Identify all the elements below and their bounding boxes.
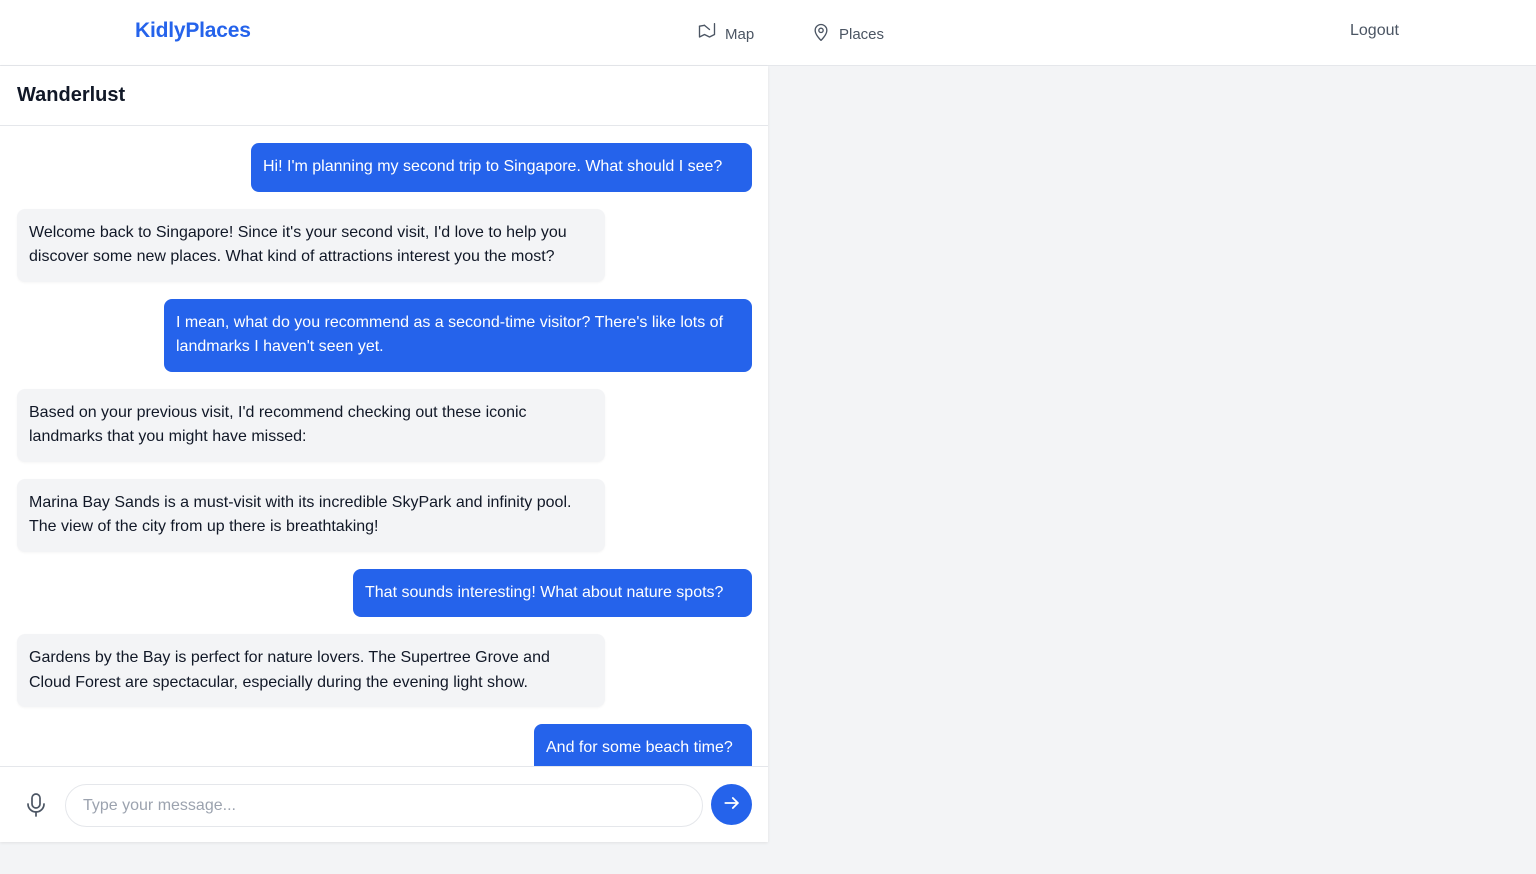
user-message: That sounds interesting! What about natu… [17, 568, 752, 617]
message-bubble: Welcome back to Singapore! Since it's yo… [17, 208, 605, 282]
message-bubble: Marina Bay Sands is a must-visit with it… [17, 478, 605, 552]
assistant-message: Gardens by the Bay is perfect for nature… [17, 634, 752, 707]
message-composer [0, 766, 768, 842]
user-message: And for some beach time? [17, 724, 752, 766]
arrow-right-icon [722, 793, 742, 816]
nav-map-label: Map [725, 25, 755, 43]
brand-logo[interactable]: KidlyPlaces [135, 19, 251, 43]
assistant-message: Welcome back to Singapore! Since it's yo… [17, 208, 752, 282]
chat-title: Wanderlust [17, 84, 126, 106]
assistant-message: Marina Bay Sands is a must-visit with it… [17, 478, 752, 552]
send-button[interactable] [711, 784, 752, 825]
chat-header: Wanderlust [0, 66, 768, 126]
message-bubble: Gardens by the Bay is perfect for nature… [17, 634, 605, 707]
message-list[interactable]: Hi! I'm planning my second trip to Singa… [0, 127, 768, 766]
nav-places-label: Places [839, 25, 885, 43]
message-bubble: That sounds interesting! What about natu… [353, 568, 752, 617]
nav-places[interactable]: Places [811, 22, 884, 46]
logout-button[interactable]: Logout [1350, 22, 1399, 40]
user-message: Hi! I'm planning my second trip to Singa… [17, 143, 752, 192]
map-icon [697, 22, 717, 46]
top-navbar: KidlyPlaces Map Places Logout [0, 0, 1536, 66]
chat-panel: Wanderlust Hi! I'm planning my second tr… [0, 66, 768, 842]
user-message: I mean, what do you recommend as a secon… [17, 298, 752, 372]
assistant-message: Based on your previous visit, I'd recomm… [17, 388, 752, 462]
message-bubble: Hi! I'm planning my second trip to Singa… [251, 143, 752, 192]
location-pin-icon [811, 22, 831, 46]
nav-map[interactable]: Map [697, 22, 754, 46]
message-bubble: I mean, what do you recommend as a secon… [164, 298, 752, 372]
message-bubble: Based on your previous visit, I'd recomm… [17, 388, 605, 462]
message-input[interactable] [65, 784, 703, 827]
message-bubble: And for some beach time? [534, 724, 752, 766]
microphone-icon[interactable] [24, 791, 48, 819]
